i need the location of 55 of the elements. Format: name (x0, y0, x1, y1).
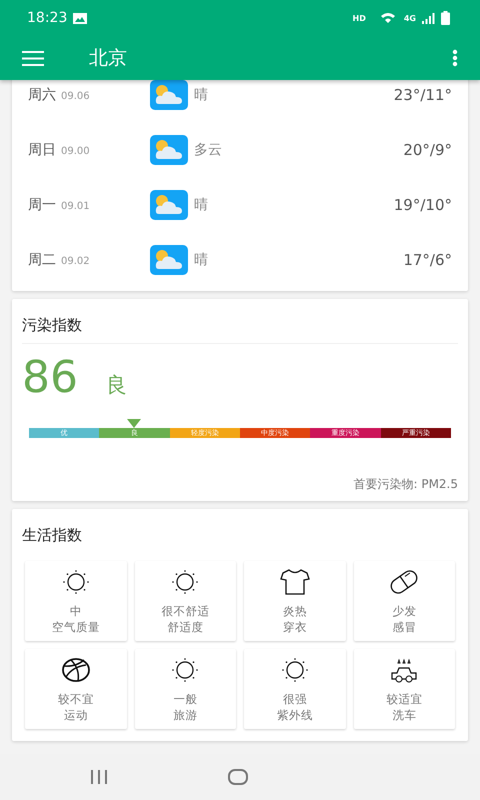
weather-condition: 晴 (194, 250, 209, 268)
partly-cloudy-icon (150, 134, 188, 164)
ball-icon (60, 655, 92, 685)
date-label: 09.06 (61, 90, 90, 102)
network-label: 4G (404, 14, 416, 22)
partly-cloudy-icon (150, 80, 188, 110)
index-value: 中 (70, 603, 82, 619)
day-label: 周六 (28, 86, 56, 104)
temperature-range: 20°/9° (403, 140, 452, 158)
date-label: 09.01 (61, 200, 90, 212)
day-label: 周日 (28, 140, 56, 158)
index-name: 空气质量 (52, 619, 100, 635)
primary-pollutant: 首要污染物: PM2.5 (352, 476, 458, 493)
date-label: 09.02 (61, 256, 90, 266)
partly-cloudy-icon (150, 244, 188, 274)
temperature-range: 19°/10° (394, 196, 452, 214)
section-title: 生活指数 (22, 525, 83, 546)
weather-condition: 晴 (194, 196, 209, 214)
hd-label: HD (352, 14, 366, 22)
day-label: 周一 (28, 196, 56, 214)
weather-condition: 多云 (194, 140, 223, 158)
index-name: 旅游 (173, 707, 198, 723)
index-value: 较不宜 (58, 691, 94, 707)
day-label: 周二 (28, 250, 56, 268)
recents-icon[interactable] (90, 769, 108, 785)
weather-condition: 晴 (194, 86, 209, 104)
index-value: 很不舒适 (161, 603, 210, 619)
index-name: 洗车 (392, 707, 416, 723)
t-shirt-icon (278, 567, 311, 597)
index-value: 很强 (282, 691, 307, 707)
temperature-range: 17°/6° (403, 250, 452, 268)
wifi-icon (380, 12, 398, 24)
image-icon (73, 12, 88, 24)
index-value: 一般 (173, 691, 198, 707)
index-name: 舒适度 (167, 619, 204, 635)
index-value: 少发 (392, 603, 416, 619)
date-label: 09.00 (61, 146, 90, 156)
partly-cloudy-icon (150, 190, 188, 220)
index-name: 感冒 (392, 619, 416, 635)
index-name: 紫外线 (276, 707, 313, 723)
index-value: 炎热 (282, 603, 307, 619)
menu-icon[interactable] (22, 50, 44, 66)
index-name: 穿衣 (282, 619, 307, 635)
aqi-grade: 良 (106, 372, 127, 399)
index-name: 运动 (64, 707, 88, 723)
status-time: 18:23 (27, 10, 68, 26)
more-icon[interactable] (452, 49, 458, 67)
section-title: 污染指数 (22, 299, 458, 344)
temperature-range: 23°/11° (394, 86, 452, 104)
signal-icon (422, 12, 435, 24)
home-icon[interactable] (228, 769, 248, 785)
aqi-value: 86 (22, 352, 78, 403)
battery-icon (441, 11, 450, 25)
index-value: 较适宜 (386, 691, 422, 707)
city-title: 北京 (89, 46, 127, 71)
